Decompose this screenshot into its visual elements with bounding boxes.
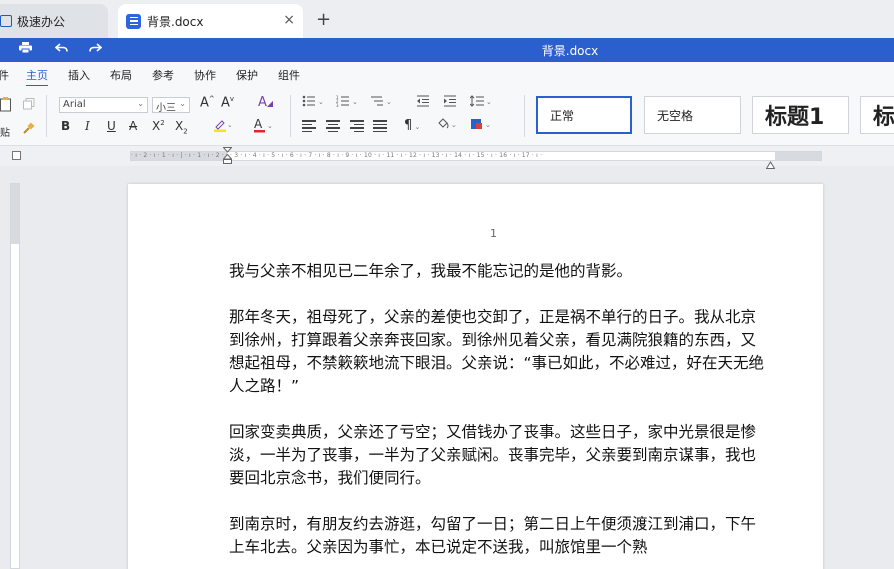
separator (524, 95, 525, 137)
highlight-icon[interactable]: ⌄ (213, 118, 233, 135)
indent-marker-icon[interactable] (222, 147, 233, 169)
chevron-down-icon: ⌄ (137, 99, 144, 108)
tab-strip: 极速办公 背景.docx × + (0, 0, 894, 38)
borders-icon[interactable]: ⌄ (470, 118, 494, 133)
decrease-font-icon[interactable]: Av (221, 95, 234, 110)
style-heading-1-label: 标题1 (765, 105, 825, 130)
menu-home[interactable]: 主页 (26, 67, 48, 87)
ruler-margin-right (775, 152, 821, 160)
font-name-select[interactable]: Arial ⌄ (59, 97, 148, 113)
menu-plugins[interactable]: 组件 (278, 67, 300, 83)
style-no-spacing[interactable]: 无空格 (644, 96, 741, 134)
font-name-value: Arial (63, 99, 86, 110)
svg-text:⌄: ⌄ (267, 122, 273, 130)
svg-text:⌄: ⌄ (352, 98, 358, 106)
svg-text:⌄: ⌄ (485, 121, 491, 129)
app-logo-icon (0, 15, 12, 27)
align-center-icon[interactable] (326, 120, 340, 132)
numbered-list-icon[interactable]: 1 2 3 ⌄ (336, 95, 360, 110)
undo-icon[interactable] (54, 42, 68, 57)
font-color-icon[interactable]: A ⌄ (253, 117, 273, 136)
svg-text:⌄: ⌄ (486, 98, 492, 106)
horizontal-ruler-row: · ı · 2 · ı · 1 · ı · | · ı · 1 · ı · 2 … (0, 146, 894, 169)
decrease-indent-icon[interactable] (416, 95, 430, 110)
svg-text:⌄: ⌄ (318, 98, 324, 106)
italic-icon[interactable]: I (85, 119, 90, 133)
separator (290, 95, 291, 137)
font-size-value: 小三 (156, 103, 176, 114)
align-left-icon[interactable] (302, 120, 316, 132)
add-tab-icon[interactable]: + (316, 9, 331, 30)
menu-bar: 件 主页 插入 布局 参考 协作 保护 组件 (0, 62, 894, 87)
superscript-icon[interactable]: X2 (152, 119, 165, 133)
document-page[interactable]: 1 我与父亲不相见已二年余了，我最不能忘记的是他的背影。 那年冬天，祖母死了，父… (128, 184, 823, 569)
style-no-spacing-label: 无空格 (657, 108, 694, 123)
font-size-select[interactable]: 小三 ⌄ (152, 97, 190, 114)
clear-format-icon[interactable]: A◢ (258, 95, 273, 110)
tab-document-label: 背景.docx (147, 14, 204, 29)
ribbon-toolbar: 贴 Arial ⌄ 小三 ⌄ A^ Av A◢ B I U A X2 X2 ⌄ … (0, 86, 894, 146)
paste-label: 贴 (0, 128, 10, 139)
title-bar: 背景.docx (0, 38, 894, 62)
chevron-down-icon: ⌄ (179, 99, 186, 108)
vruler-margin-top (11, 184, 19, 244)
subscript-icon[interactable]: X2 (175, 119, 188, 135)
print-icon[interactable] (19, 42, 32, 58)
page-number: 1 (490, 227, 497, 240)
document-body[interactable]: 我与父亲不相见已二年余了，我最不能忘记的是他的背影。 那年冬天，祖母死了，父亲的… (229, 260, 769, 569)
menu-references[interactable]: 参考 (152, 67, 174, 83)
redo-icon[interactable] (89, 42, 103, 57)
document-icon (126, 13, 141, 29)
format-painter-icon[interactable] (22, 122, 35, 138)
tab-home-label: 极速办公 (17, 14, 66, 29)
increase-font-icon[interactable]: A^ (200, 95, 215, 110)
style-normal-label: 正常 (550, 108, 575, 123)
increase-indent-icon[interactable] (443, 95, 457, 110)
svg-text:3: 3 (336, 103, 339, 107)
tab-home[interactable]: 极速办公 (0, 4, 108, 38)
shading-icon[interactable]: ⌄ (436, 117, 458, 134)
svg-text:⌄: ⌄ (451, 121, 457, 129)
strikethrough-icon[interactable]: A (129, 119, 137, 133)
bold-icon[interactable]: B (61, 119, 70, 133)
menu-file[interactable]: 件 (0, 67, 9, 83)
horizontal-ruler[interactable]: · ı · 2 · ı · 1 · ı · | · ı · 1 · ı · 2 … (130, 151, 822, 161)
copy-icon[interactable] (23, 98, 35, 113)
right-indent-marker-icon[interactable] (765, 154, 776, 173)
style-heading-2[interactable]: 标 (860, 96, 894, 134)
multilevel-list-icon[interactable]: ⌄ (370, 95, 394, 110)
style-normal[interactable]: 正常 (536, 96, 632, 134)
ruler-marks: · ı · 2 · ı · 1 · ı · | · ı · 1 · ı · 2 … (131, 152, 543, 159)
menu-collaborate[interactable]: 协作 (194, 67, 216, 83)
paragraph[interactable]: 我与父亲不相见已二年余了，我最不能忘记的是他的背影。 (229, 260, 769, 283)
paragraph[interactable]: 回家变卖典质，父亲还了亏空；又借钱办了丧事。这些日子，家中光景很是惨淡，一半为了… (229, 421, 769, 490)
bullet-list-icon[interactable]: ⌄ (302, 95, 326, 110)
paragraph-marks-icon[interactable]: ¶ ⌄ (404, 118, 420, 133)
separator (46, 95, 47, 137)
menu-insert[interactable]: 插入 (68, 67, 90, 83)
paste-icon[interactable] (0, 96, 12, 115)
close-icon[interactable]: × (283, 12, 295, 28)
paragraph[interactable]: 到南京时，有朋友约去游逛，勾留了一日；第二日上午便须渡江到浦口，下午上车北去。父… (229, 513, 769, 559)
menu-protect[interactable]: 保护 (236, 67, 258, 83)
style-heading-1[interactable]: 标题1 (752, 96, 849, 134)
tab-stop-selector-icon[interactable] (12, 151, 21, 160)
align-right-icon[interactable] (350, 120, 364, 132)
tab-document[interactable]: 背景.docx × (118, 4, 303, 38)
style-heading-2-label: 标 (873, 105, 894, 130)
align-justify-icon[interactable] (373, 120, 387, 132)
vertical-ruler[interactable] (10, 183, 20, 569)
svg-text:⌄: ⌄ (227, 121, 231, 129)
line-spacing-icon[interactable]: ⌄ (469, 95, 494, 110)
svg-text:⌄: ⌄ (386, 98, 392, 106)
svg-text:A: A (254, 118, 263, 131)
paragraph[interactable]: 那年冬天，祖母死了，父亲的差使也交卸了，正是祸不单行的日子。我从北京到徐州，打算… (229, 306, 769, 398)
underline-icon[interactable]: U (107, 119, 116, 133)
menu-layout[interactable]: 布局 (110, 67, 132, 83)
document-title: 背景.docx (541, 44, 599, 58)
